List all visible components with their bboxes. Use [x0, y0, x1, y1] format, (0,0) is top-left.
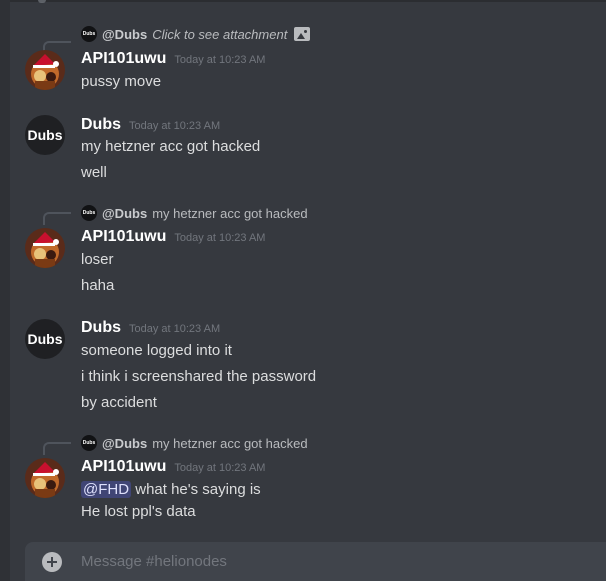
message-text: by accident — [81, 394, 157, 411]
timestamp: Today at 10:23 AM — [174, 462, 266, 474]
username[interactable]: API101uwu — [81, 228, 166, 246]
reply-preview[interactable]: Dubs @Dubs my hetzner acc got hacked — [81, 434, 308, 452]
message-text-with-mention: @FHD what he's saying is — [81, 481, 261, 498]
message-text: what he's saying is — [135, 481, 261, 498]
avatar[interactable]: Dubs — [25, 115, 65, 155]
timestamp: Today at 10:23 AM — [174, 54, 266, 66]
message-composer[interactable]: Message #helionodes — [25, 542, 606, 581]
username[interactable]: API101uwu — [81, 458, 166, 476]
username[interactable]: Dubs — [81, 116, 121, 134]
avatar[interactable] — [25, 458, 65, 498]
reply-author[interactable]: @Dubs — [102, 27, 147, 42]
avatar[interactable] — [25, 228, 65, 268]
username[interactable]: Dubs — [81, 319, 121, 337]
message-text: someone logged into it — [81, 342, 232, 359]
message-input[interactable]: Message #helionodes — [81, 553, 227, 570]
avatar[interactable] — [25, 50, 65, 90]
reply-preview[interactable]: Dubs @Dubs Click to see attachment — [81, 25, 311, 43]
message-text: He lost ppl's data — [81, 503, 196, 520]
image-icon — [294, 27, 311, 41]
user-mention[interactable]: @FHD — [81, 481, 132, 498]
reply-text[interactable]: my hetzner acc got hacked — [152, 436, 307, 451]
reply-avatar: Dubs — [81, 435, 97, 451]
username[interactable]: API101uwu — [81, 50, 166, 68]
message-text: loser — [81, 251, 114, 268]
reply-author[interactable]: @Dubs — [102, 206, 147, 221]
scroll-indicator — [38, 0, 46, 3]
avatar[interactable]: Dubs — [25, 319, 65, 359]
timestamp: Today at 10:23 AM — [129, 323, 221, 335]
reply-connector — [43, 212, 71, 225]
attach-plus-icon[interactable] — [42, 552, 62, 572]
reply-avatar: Dubs — [81, 205, 97, 221]
message-text: well — [81, 164, 107, 181]
reply-preview[interactable]: Dubs @Dubs my hetzner acc got hacked — [81, 204, 308, 222]
message-text: my hetzner acc got hacked — [81, 138, 261, 155]
message-text: pussy move — [81, 73, 162, 90]
previous-message-edge — [10, 0, 606, 2]
reply-text[interactable]: Click to see attachment — [152, 27, 287, 42]
timestamp: Today at 10:23 AM — [129, 120, 221, 132]
reply-connector — [43, 442, 71, 455]
reply-text[interactable]: my hetzner acc got hacked — [152, 206, 307, 221]
message-text: haha — [81, 277, 115, 294]
server-list-edge — [0, 0, 10, 581]
reply-avatar: Dubs — [81, 26, 97, 42]
reply-author[interactable]: @Dubs — [102, 436, 147, 451]
message-text: i think i screenshared the password — [81, 368, 317, 385]
timestamp: Today at 10:23 AM — [174, 232, 266, 244]
